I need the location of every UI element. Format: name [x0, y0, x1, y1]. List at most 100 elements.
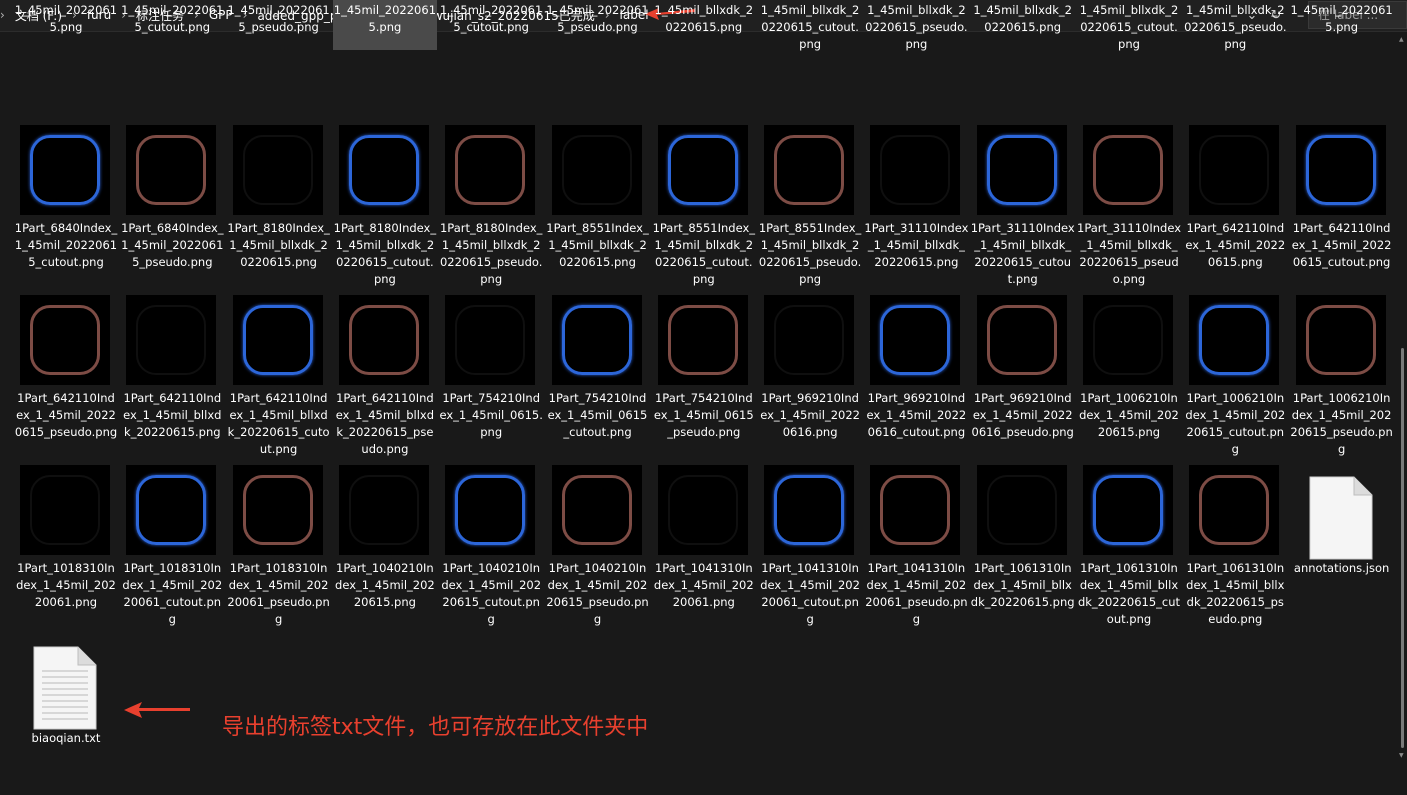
image-thumbnail — [338, 295, 429, 385]
ring-outline-icon — [30, 135, 100, 205]
file-item-image[interactable]: 1Part_5330Index_1_45mil_20220615_pseudo.… — [546, 0, 650, 50]
file-item-image[interactable]: 1Part_1018310Index_1_45mil_20220061_pseu… — [227, 465, 331, 626]
file-item-document[interactable]: annotations.json — [1290, 465, 1394, 625]
file-item-image[interactable]: 1Part_969210Index_1_45mil_20220616_pseud… — [971, 295, 1075, 455]
file-item-image[interactable]: 1Part_6840Index_1_45mil_20220615_pseudo.… — [120, 125, 224, 285]
ring-outline-icon — [348, 305, 419, 375]
file-item-image[interactable]: 1Part_642110Index_1_45mil_bllxdk_2022061… — [333, 295, 437, 456]
ring-outline-icon — [880, 475, 951, 545]
file-name: 1Part_8551Index_1_45mil_bllxdk_20220615_… — [652, 221, 756, 286]
file-item-image[interactable]: 1Part_5371Index_1_45mil_bllxdk_20220615_… — [864, 0, 968, 51]
file-name: 1Part_5270Index_1_45mil_20220615.png — [14, 3, 118, 34]
file-item-image[interactable]: 1Part_8180Index_1_45mil_bllxdk_20220615_… — [439, 125, 543, 286]
file-name: 1Part_1041310Index_1_45mil_20220061_pseu… — [865, 561, 968, 626]
file-item-image[interactable]: 1Part_642110Index_1_45mil_20220615_cutou… — [1290, 125, 1394, 285]
file-item-image[interactable]: 1Part_642110Index_1_45mil_bllxdk_2022061… — [227, 295, 331, 456]
file-item-image[interactable]: 1Part_642110Index_1_45mil_bllxdk_2022061… — [120, 295, 224, 455]
image-thumbnail — [1189, 295, 1280, 385]
file-name: 1Part_5270Index_1_45mil_20220615_pseudo.… — [227, 3, 330, 34]
file-item-image[interactable]: 1Part_1041310Index_1_45mil_20220061_pseu… — [864, 465, 968, 626]
image-thumbnail — [1189, 125, 1280, 215]
file-item-image[interactable]: 1Part_6840Index_1_45mil_20220615_cutout.… — [14, 125, 118, 285]
image-thumbnail — [126, 295, 217, 385]
file-name: 1Part_642110Index_1_45mil_20220615_cutou… — [1291, 221, 1392, 269]
scroll-up-icon[interactable]: ▲ — [1399, 36, 1404, 43]
file-item-image[interactable]: 1Part_1006210Index_1_45mil_20220615_cuto… — [1183, 295, 1287, 456]
file-item-image[interactable]: 1Part_5872Index_1_45mil_bllxdk_20220615_… — [1183, 0, 1287, 51]
file-item-image[interactable]: 1Part_754210Index_1_45mil_0615_cutout.pn… — [546, 295, 650, 455]
file-item-image[interactable]: 1Part_5371Index_1_45mil_bllxdk_20220615.… — [652, 0, 756, 50]
file-item-image[interactable]: 1Part_6840Index_1_45mil_20220615.png — [1290, 0, 1394, 50]
image-thumbnail — [126, 465, 217, 555]
file-item-image[interactable]: 1Part_1041310Index_1_45mil_20220061.png — [652, 465, 756, 625]
image-thumbnail — [338, 125, 429, 215]
file-item-image[interactable]: 1Part_969210Index_1_45mil_20220616_cutou… — [864, 295, 968, 455]
file-item-image[interactable]: 1Part_5270Index_1_45mil_20220615.png — [14, 0, 118, 50]
file-item-image[interactable]: 1Part_31110Index_1_45mil_bllxdk_20220615… — [970, 125, 1075, 286]
file-item-image[interactable]: 1Part_31110Index_1_45mil_bllxdk_20220615… — [1077, 125, 1181, 286]
scroll-down-icon[interactable]: ▼ — [1399, 752, 1404, 759]
file-item-image[interactable]: 1Part_1006210Index_1_45mil_20220615_pseu… — [1290, 295, 1394, 456]
file-item-image[interactable]: 1Part_8180Index_1_45mil_bllxdk_20220615.… — [227, 125, 331, 285]
ring-outline-icon — [455, 305, 526, 375]
file-item-image[interactable]: 1Part_1061310Index_1_45mil_bllxdk_202206… — [1183, 465, 1287, 626]
ring-outline-icon — [1093, 135, 1163, 205]
file-item-image[interactable]: 1Part_1040210Index_1_45mil_20220615_cuto… — [439, 465, 543, 626]
file-item-document[interactable]: biaoqian.txt — [14, 635, 118, 795]
annotation-text: 导出的标签txt文件，也可存放在此文件夹中 — [222, 715, 649, 740]
ring-outline-icon — [561, 305, 632, 375]
file-item-image[interactable]: 1Part_8551Index_1_45mil_bllxdk_20220615_… — [758, 125, 862, 286]
file-item-image[interactable]: 1Part_5872Index_1_45mil_bllxdk_20220615.… — [971, 0, 1075, 50]
ring-outline-icon — [1093, 475, 1163, 545]
file-name: 1Part_5872Index_1_45mil_bllxdk_20220615.… — [973, 3, 1072, 34]
ring-outline-icon — [774, 135, 845, 205]
file-item-image[interactable]: 1Part_754210Index_1_45mil_0615_pseudo.pn… — [652, 295, 756, 455]
scrollbar-thumb[interactable] — [1401, 348, 1404, 748]
file-item-image[interactable]: 1Part_1018310Index_1_45mil_20220061_cuto… — [120, 465, 224, 626]
image-thumbnail — [976, 125, 1067, 215]
file-item-image[interactable]: 1Part_642110Index_1_45mil_20220615_pseud… — [14, 295, 118, 455]
ring-outline-icon — [1199, 475, 1270, 545]
file-item-image[interactable]: 1Part_8551Index_1_45mil_bllxdk_20220615_… — [652, 125, 756, 286]
file-item-image[interactable]: 1Part_5371Index_1_45mil_bllxdk_20220615_… — [758, 0, 862, 51]
file-name: 1Part_31110Index_1_45mil_bllxdk_20220615… — [970, 221, 1075, 286]
file-item-image[interactable]: 1Part_8180Index_1_45mil_bllxdk_20220615_… — [333, 125, 437, 286]
file-item-image[interactable]: 1Part_1040210Index_1_45mil_20220615.png — [333, 465, 437, 625]
file-item-image[interactable]: 1Part_5270Index_1_45mil_20220615_pseudo.… — [227, 0, 331, 50]
file-item-image[interactable]: 1Part_1061310Index_1_45mil_bllxdk_202206… — [971, 465, 1075, 625]
image-thumbnail — [764, 125, 855, 215]
image-thumbnail — [976, 295, 1067, 385]
image-thumbnail — [976, 465, 1067, 555]
file-item-image[interactable]: 1Part_1006210Index_1_45mil_20220615.png — [1077, 295, 1181, 455]
file-item-image[interactable]: 1Part_1040210Index_1_45mil_20220615_pseu… — [546, 465, 650, 626]
file-item-image[interactable]: 1Part_1041310Index_1_45mil_20220061_cuto… — [758, 465, 862, 626]
file-item-image[interactable]: 1Part_969210Index_1_45mil_20220616.png — [758, 295, 862, 455]
image-thumbnail — [657, 295, 748, 385]
ring-outline-icon — [1305, 305, 1376, 375]
file-name: 1Part_8180Index_1_45mil_bllxdk_20220615_… — [333, 221, 437, 286]
file-name: 1Part_6840Index_1_45mil_20220615_pseudo.… — [121, 221, 224, 269]
file-name: 1Part_1018310Index_1_45mil_20220061_cuto… — [122, 561, 223, 626]
file-item-image[interactable]: 1Part_8551Index_1_45mil_bllxdk_20220615.… — [546, 125, 650, 285]
file-name: 1Part_5371Index_1_45mil_bllxdk_20220615.… — [654, 3, 754, 34]
file-item-image[interactable]: 1Part_31110Index_1_45mil_bllxdk_20220615… — [864, 125, 968, 285]
file-name: 1Part_642110Index_1_45mil_bllxdk_2022061… — [335, 391, 435, 456]
file-name: 1Part_5330Index_1_45mil_20220615_cutout.… — [440, 3, 543, 34]
ring-outline-icon — [880, 135, 951, 205]
file-name: 1Part_642110Index_1_45mil_20220615_pseud… — [14, 391, 118, 439]
file-name: 1Part_5872Index_1_45mil_bllxdk_20220615_… — [1079, 3, 1179, 51]
file-item-image[interactable]: 1Part_642110Index_1_45mil_20220615.png — [1183, 125, 1287, 285]
image-thumbnail — [1189, 465, 1280, 555]
file-item-image[interactable]: 1Part_5270Index_1_45mil_20220615_cutout.… — [120, 0, 224, 50]
annotation-arrow-icon — [124, 702, 190, 718]
image-thumbnail — [1295, 295, 1386, 385]
file-item-image[interactable]: 1Part_1061310Index_1_45mil_bllxdk_202206… — [1077, 465, 1181, 626]
file-item-image[interactable]: 1Part_754210Index_1_45mil_0615.png — [439, 295, 543, 455]
file-name: 1Part_1061310Index_1_45mil_bllxdk_202206… — [970, 561, 1075, 609]
file-item-image[interactable]: 1Part_5330Index_1_45mil_20220615.png — [332, 0, 437, 50]
file-name: 1Part_1006210Index_1_45mil_20220615.png — [1079, 391, 1179, 439]
file-item-image[interactable]: 1Part_5330Index_1_45mil_20220615_cutout.… — [439, 0, 543, 50]
file-item-image[interactable]: 1Part_1018310Index_1_45mil_20220061.png — [14, 465, 118, 625]
file-item-image[interactable]: 1Part_5872Index_1_45mil_bllxdk_20220615_… — [1077, 0, 1181, 51]
ring-outline-icon — [986, 475, 1057, 545]
